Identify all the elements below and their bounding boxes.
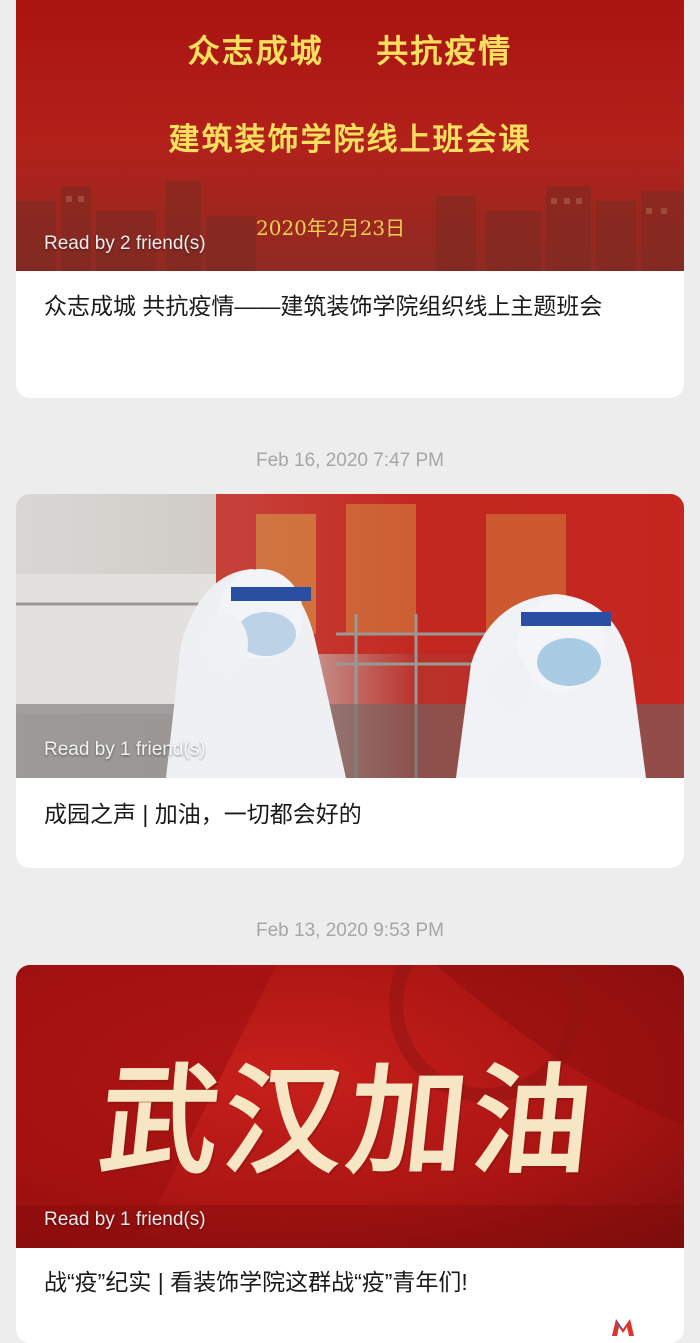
article-title[interactable]: 战“疫”纪实 | 看装饰学院这群战“疫”青年们! — [44, 1263, 656, 1302]
article-cover-image[interactable]: 众志成城 共抗疫情 建筑装饰学院线上班会课 2020年2月23日 Read by… — [16, 0, 684, 271]
read-by-friends-badge: Read by 1 friend(s) — [44, 739, 206, 760]
cover-slogan: 武汉加油 — [93, 1051, 605, 1190]
cover-date: 2020年2月23日 — [256, 216, 406, 240]
cover-headline: 众志成城 共抗疫情 — [187, 32, 513, 70]
article-title[interactable]: 众志成城 共抗疫情——建筑装饰学院组织线上主题班会 — [44, 287, 656, 326]
cover-subheadline: 建筑装饰学院线上班会课 — [168, 122, 532, 158]
read-by-friends-badge: Read by 2 friend(s) — [44, 233, 206, 254]
message-timestamp: Feb 16, 2020 7:47 PM — [255, 450, 444, 471]
medical-workers-photo — [16, 494, 684, 778]
article-cover-image[interactable]: 武汉加油 Read by 1 friend(s) — [16, 965, 684, 1248]
article-title[interactable]: 成园之声 | 加油，一切都会好的 — [44, 795, 656, 834]
article-feed: 众志成城 共抗疫情 建筑装饰学院线上班会课 2020年2月23日 Read by… — [0, 0, 700, 1343]
article-card[interactable]: Read by 1 friend(s) 成园之声 | 加油，一切都会好的 — [16, 494, 684, 868]
read-by-friends-badge: Read by 1 friend(s) — [44, 1209, 206, 1230]
article-card[interactable]: 众志成城 共抗疫情 建筑装饰学院线上班会课 2020年2月23日 Read by… — [16, 0, 684, 398]
article-card[interactable]: 武汉加油 Read by 1 friend(s) 战“疫”纪实 | 看装饰学院这… — [16, 965, 684, 1343]
watermark-logo-icon — [612, 1319, 634, 1336]
message-timestamp: Feb 13, 2020 9:53 PM — [255, 920, 444, 941]
article-cover-image[interactable]: Read by 1 friend(s) — [16, 494, 684, 778]
